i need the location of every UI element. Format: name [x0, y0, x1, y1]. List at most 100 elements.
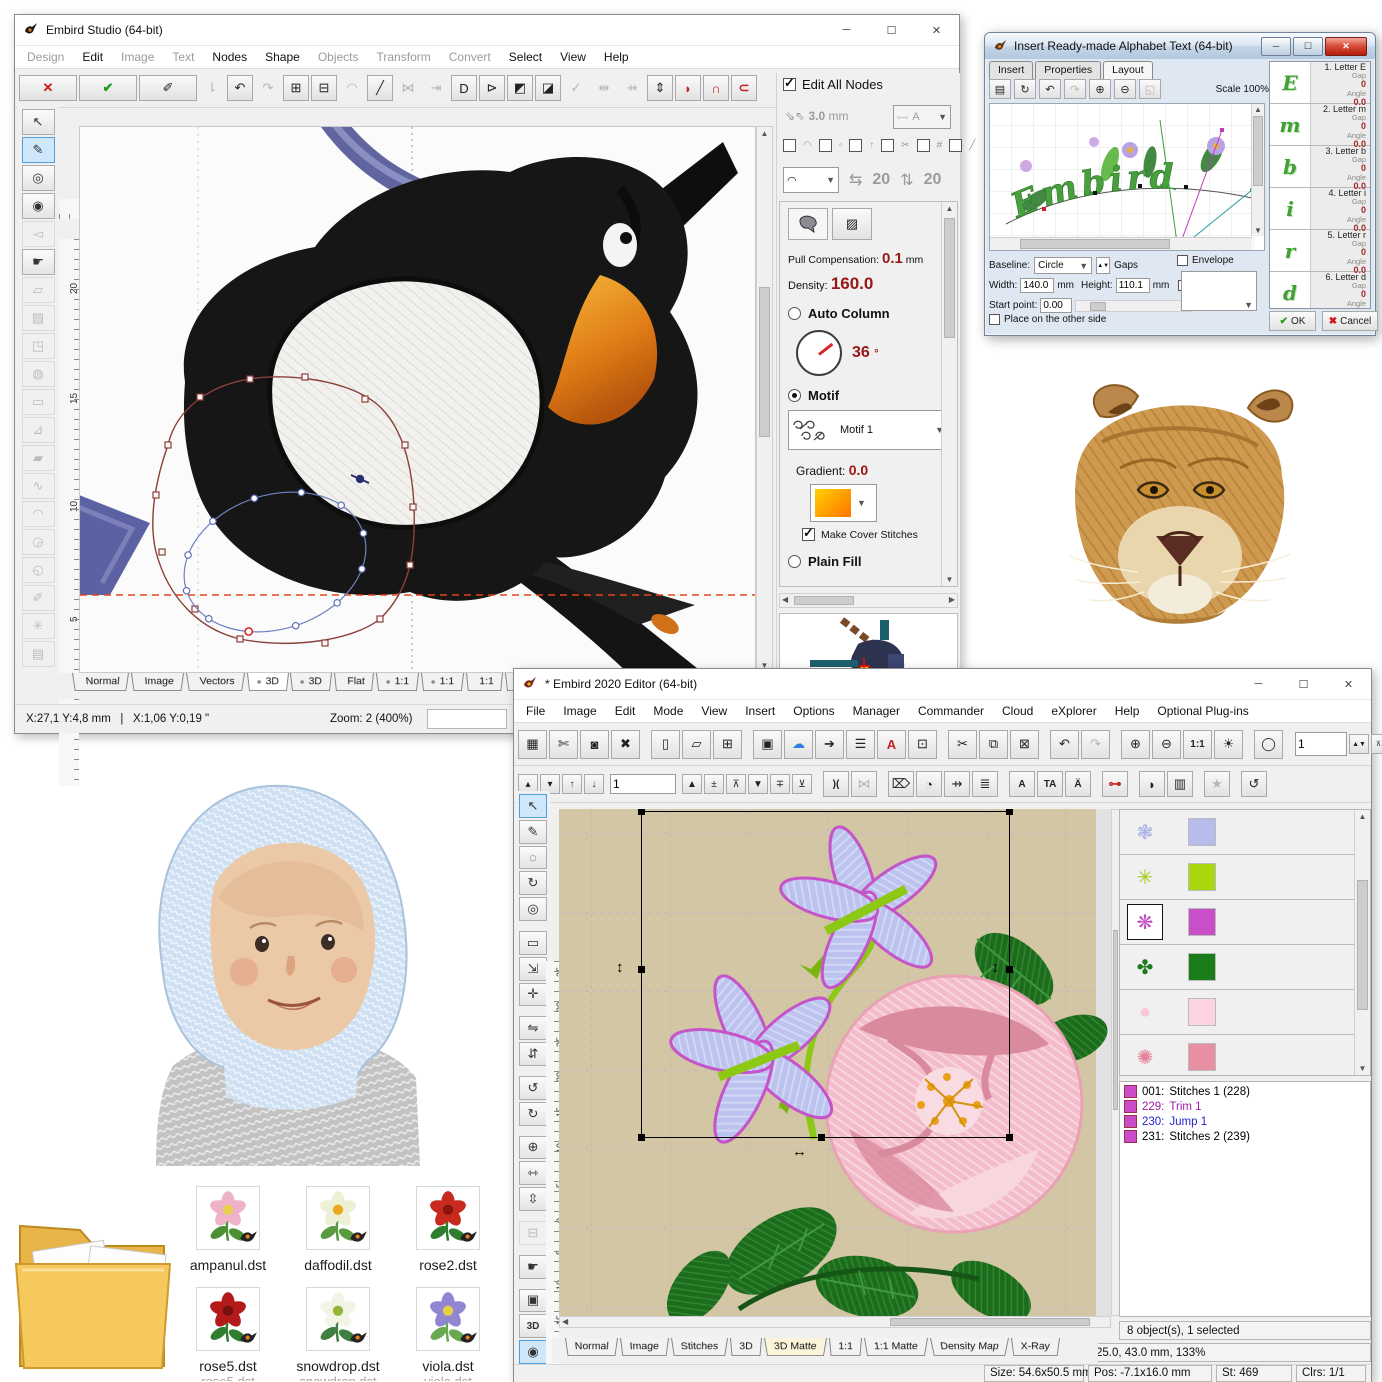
menu-item[interactable]: Convert [440, 46, 500, 68]
text-button[interactable]: A [1009, 771, 1035, 797]
height-input[interactable] [1116, 278, 1150, 293]
direction-checkbox[interactable] [849, 139, 862, 152]
scroll-right-icon[interactable]: ▶ [949, 595, 955, 604]
new-button[interactable]: ▯ [651, 730, 680, 759]
view-tab[interactable]: ● 1:1 [421, 673, 464, 691]
outline-frame-tool[interactable]: ▣ [519, 1289, 547, 1313]
save-button[interactable]: ▣ [753, 730, 782, 759]
menu-item[interactable]: Cloud [993, 700, 1042, 722]
radio-icon[interactable] [788, 389, 801, 402]
design-file[interactable]: rose5.dst rose5.dst [176, 1287, 280, 1381]
radio-icon[interactable] [788, 307, 801, 320]
move-node-button[interactable]: ⇸ [619, 75, 645, 101]
refresh-button[interactable]: ↺ [1241, 771, 1267, 797]
node-type-combo[interactable]: ▫–▫ A ▼ [893, 105, 951, 129]
color-list-scrollbar[interactable]: ▲ ▼ [1354, 810, 1370, 1075]
canvas-vertical-scrollbar[interactable]: ▲ ▼ [756, 126, 773, 673]
color-swatch[interactable] [1188, 953, 1216, 981]
auto-column-radio[interactable]: Auto Column [788, 306, 890, 321]
arc-tool[interactable]: ◠ [22, 501, 55, 527]
last-node-button[interactable]: ◪ [535, 75, 561, 101]
menu-item[interactable]: Mode [644, 700, 692, 722]
color-swatch[interactable] [1188, 818, 1216, 846]
color-swatch[interactable] [1188, 998, 1216, 1026]
view-tab[interactable]: ● 3D [290, 673, 332, 691]
zoom-out-button[interactable]: ⊖ [1152, 730, 1181, 759]
close-icon[interactable]: ✕ [1325, 37, 1367, 56]
count-spinner[interactable]: ▲▼ [1349, 734, 1369, 754]
leaf-shape-button[interactable]: ◗ [675, 75, 701, 101]
satin-tool[interactable]: ▰ [22, 445, 55, 471]
first-node-button[interactable]: ◩ [507, 75, 533, 101]
editor-canvas-hscroll[interactable]: ◀ [559, 1316, 1111, 1328]
scroll-up-icon[interactable]: ▲ [942, 204, 957, 213]
scrollbar-thumb[interactable] [1090, 302, 1106, 311]
edit-all-nodes-checkbox[interactable]: Edit All Nodes [783, 77, 883, 92]
arc-segment-button[interactable]: ◠ [339, 75, 365, 101]
lasso-tool[interactable]: ◌ [519, 846, 547, 870]
resize-tool[interactable]: ⇲ [519, 957, 547, 981]
letter-row[interactable]: i 4. Letter i Gap 0 Angle 0.0 [1270, 188, 1370, 230]
zoom-1-tool[interactable]: ◉ [22, 193, 55, 219]
stitch-object-row[interactable]: 001: Stitches 1 (228) [1122, 1084, 1368, 1099]
move-tool[interactable]: ✛ [519, 983, 547, 1007]
start-point-input[interactable] [1040, 298, 1072, 313]
menu-item[interactable]: Commander [909, 700, 993, 722]
notes-button[interactable]: ▥ [1167, 771, 1193, 797]
cancel-button[interactable]: ✖ Cancel [1322, 311, 1378, 331]
color-object-row[interactable]: ✳ [1120, 855, 1354, 900]
node-edit-tool[interactable]: ✎ [22, 137, 55, 163]
rotate-tool[interactable]: ↻ [519, 871, 547, 895]
fit-button[interactable]: ◱ [1139, 79, 1161, 99]
square-checkbox[interactable] [819, 139, 832, 152]
menu-item[interactable]: Select [500, 46, 551, 68]
baseline-combo[interactable]: Circle ▼ [1034, 257, 1092, 274]
balloon-button[interactable]: ◗ [1139, 771, 1165, 797]
text-transform-button[interactable]: TA [1037, 771, 1063, 797]
sew-simulator-tool[interactable]: ◉ [519, 1340, 547, 1364]
resize-handle-s[interactable] [818, 1134, 825, 1141]
menu-item[interactable]: Options [784, 700, 843, 722]
mesh-tool[interactable]: ◶ [22, 529, 55, 555]
minimize-icon[interactable]: ─ [1236, 669, 1281, 699]
hoop-button[interactable]: ◯ [1254, 730, 1283, 759]
make-cover-stitches-checkbox[interactable]: Make Cover Stitches [802, 528, 918, 541]
checkbox-icon[interactable] [802, 528, 815, 541]
view-tab[interactable]: Image [620, 1338, 669, 1356]
scrollbar-thumb[interactable] [1357, 880, 1368, 1010]
resize-handle-nw[interactable] [638, 809, 645, 815]
password-key-button[interactable]: ⊶ [1102, 771, 1128, 797]
maximize-icon[interactable]: ☐ [1281, 669, 1326, 699]
ok-button[interactable]: ✔ OK [1269, 311, 1316, 331]
stitch-edit-tool[interactable]: ✎ [519, 820, 547, 844]
scroll-down-icon[interactable]: ▼ [1252, 226, 1264, 235]
zoom-in-button[interactable]: ⊕ [1121, 730, 1150, 759]
zoom-out-button[interactable]: ⊖ [1114, 79, 1136, 99]
view-tab[interactable]: 1:1 [829, 1338, 862, 1356]
undo-button[interactable]: ↶ [1039, 79, 1061, 99]
menu-item[interactable]: eXplorer [1042, 700, 1105, 722]
break-apart-button[interactable]: ⋈ [395, 75, 421, 101]
panel-scrollbar[interactable]: ▲ ▼ [941, 202, 957, 586]
view-tab[interactable]: 3D [730, 1338, 762, 1356]
outline-tool[interactable]: ◍ [22, 361, 55, 387]
menu-item[interactable]: File [517, 700, 554, 722]
color-swatch[interactable] [1188, 908, 1216, 936]
mirror-pair-button[interactable]: )( [823, 771, 849, 797]
paste-button[interactable]: ⊠ [1010, 730, 1039, 759]
fill-tool[interactable]: ▱ [22, 277, 55, 303]
spin-range-button[interactable]: ± [704, 774, 724, 794]
rotate-right-tool[interactable]: ↻ [519, 1102, 547, 1126]
design-file[interactable]: snowdrop.dst snowdrop.dst [286, 1287, 390, 1381]
center-tool[interactable]: ⊕ [519, 1136, 547, 1160]
column-tool[interactable]: ⊿ [22, 417, 55, 443]
menu-item[interactable]: Insert [736, 700, 784, 722]
menu-item[interactable]: Help [1106, 700, 1149, 722]
envelope-checkbox[interactable] [1177, 255, 1188, 266]
design-file[interactable]: viola.dst viola.dst [396, 1287, 500, 1381]
maximize-icon[interactable]: ☐ [869, 15, 914, 45]
rotate-left-tool[interactable]: ↺ [519, 1076, 547, 1100]
stitch-object-row[interactable]: 229: Trim 1 [1122, 1099, 1368, 1114]
redo-button[interactable]: ↷ [1081, 730, 1110, 759]
actual-size-button[interactable]: 1:1 [1183, 730, 1212, 759]
